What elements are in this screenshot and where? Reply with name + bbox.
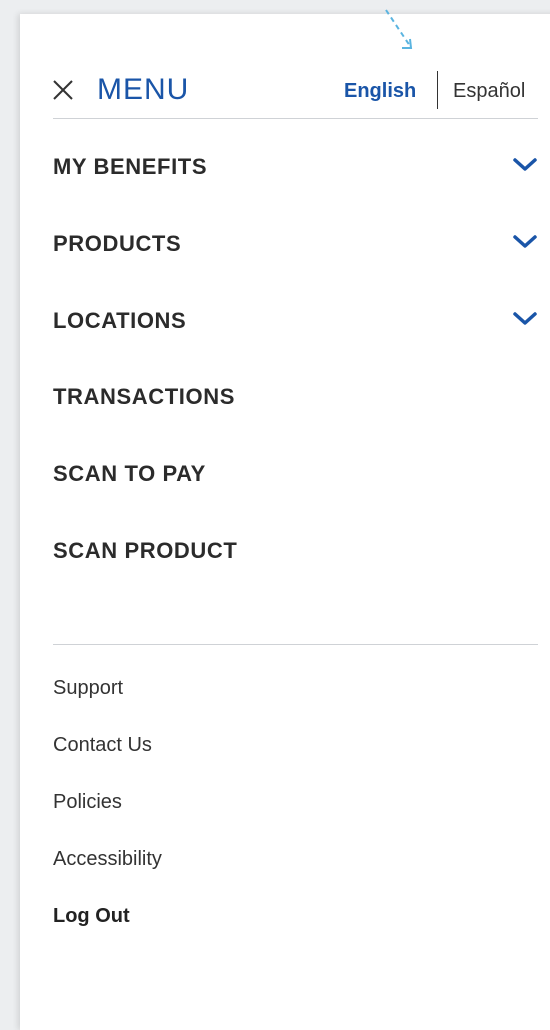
chevron-down-icon[interactable] [512,310,538,328]
nav-item-transactions[interactable]: TRANSACTIONS [53,376,538,416]
nav-item-scan-product[interactable]: SCAN PRODUCT [53,530,538,570]
menu-panel: MENU English Español MY BENEFITS PRODUCT… [20,9,550,1030]
chevron-down-icon[interactable] [512,233,538,251]
accessibility-link[interactable]: Accessibility [53,846,162,872]
nav-item-label: LOCATIONS [53,308,187,333]
nav-item-locations[interactable]: LOCATIONS [53,300,538,340]
menu-title: MENU [97,73,190,106]
close-icon[interactable] [50,77,76,103]
footer-divider [53,644,538,645]
language-divider [437,71,438,109]
language-spanish-link[interactable]: Español [453,78,525,104]
policies-link[interactable]: Policies [53,789,122,815]
chevron-down-icon[interactable] [512,156,538,174]
nav-item-scan-to-pay[interactable]: SCAN TO PAY [53,453,538,493]
log-out-link[interactable]: Log Out [53,903,130,929]
menu-header: MENU English Español [20,14,550,134]
nav-item-label: PRODUCTS [53,231,182,256]
language-english-link[interactable]: English [344,78,416,104]
nav-item-label: SCAN PRODUCT [53,538,238,563]
nav-item-products[interactable]: PRODUCTS [53,223,538,263]
support-link[interactable]: Support [53,675,123,701]
contact-us-link[interactable]: Contact Us [53,732,152,758]
nav-item-my-benefits[interactable]: MY BENEFITS [53,146,538,186]
nav-item-label: MY BENEFITS [53,154,208,179]
nav-item-label: SCAN TO PAY [53,461,206,486]
header-divider [53,118,538,119]
nav-item-label: TRANSACTIONS [53,384,235,409]
